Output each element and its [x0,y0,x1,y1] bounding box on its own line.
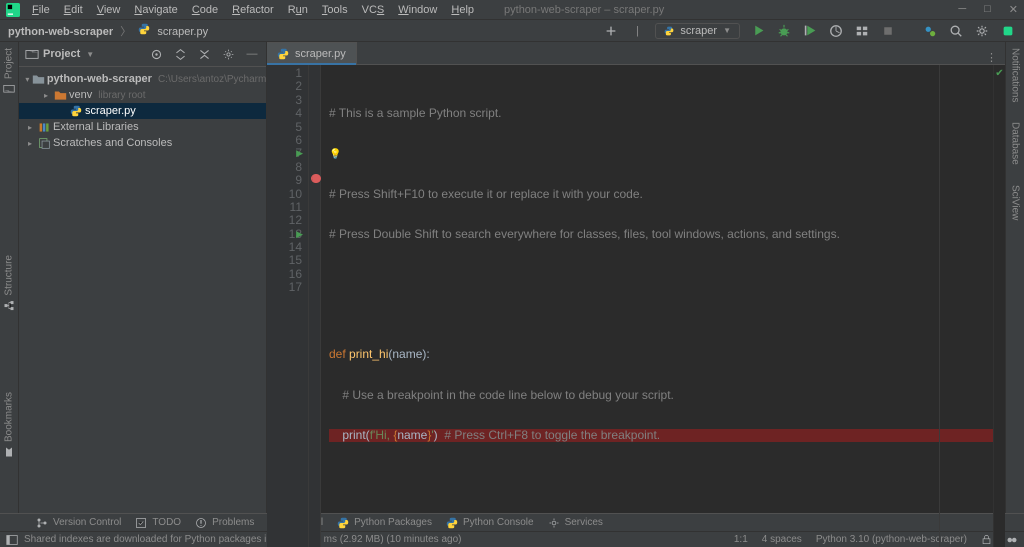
python-file-icon [277,48,289,60]
close-button[interactable]: ✕ [1009,3,1018,16]
window-title: python-web-scraper – scraper.py [480,4,958,16]
run-configuration-selector[interactable]: scraper ▼ [655,23,740,39]
project-view-selector[interactable]: Project▼ [25,47,94,61]
config-separator: | [629,23,645,39]
error-stripe[interactable]: ✔ [993,65,1005,547]
breadcrumb-file[interactable]: scraper.py [157,26,208,38]
select-opened-file-icon[interactable] [148,46,164,62]
menu-view[interactable]: View [91,2,127,18]
menu-navigate[interactable]: Navigate [128,2,183,18]
menu-edit[interactable]: Edit [58,2,89,18]
run-gutter-icon[interactable]: ▶ [296,228,303,241]
settings-icon[interactable] [974,23,990,39]
ide-status-icon[interactable] [1006,534,1018,546]
menu-bar: FFileile Edit View Navigate Code Refacto… [26,2,480,18]
scratch-icon [37,137,51,150]
project-tool-window: Project▼ — ▾ python-web-scraper C:\Users… [19,42,267,513]
right-margin-line [939,65,940,547]
tree-scratches[interactable]: ▸ Scratches and Consoles [19,135,266,151]
menu-file[interactable]: FFileile [26,2,56,18]
library-icon [37,121,51,134]
add-config-icon[interactable] [603,23,619,39]
minimize-button[interactable]: ─ [958,3,966,16]
breakpoint-gutter[interactable] [309,65,321,547]
code-editor[interactable]: 123456 7▶ 89101112 13▶ 14151617 # This i… [267,65,1005,547]
tool-problems[interactable]: Problems [195,517,254,529]
menu-help[interactable]: Help [445,2,480,18]
code-content[interactable]: # This is a sample Python script. 💡 # Pr… [321,65,993,547]
rail-notifications[interactable]: Notifications [1010,48,1021,102]
code-with-me-icon[interactable] [922,23,938,39]
line-number-gutter[interactable]: 123456 7▶ 89101112 13▶ 14151617 [267,65,309,547]
rail-structure[interactable]: Structure [3,255,15,312]
editor-tab-active[interactable]: scraper.py [267,42,357,64]
debug-button[interactable] [776,23,792,39]
tree-root[interactable]: ▾ python-web-scraper C:\Users\antoz\Pych… [19,71,266,87]
menu-vcs[interactable]: VCS [356,2,391,18]
menu-window[interactable]: Window [392,2,443,18]
project-tree[interactable]: ▾ python-web-scraper C:\Users\antoz\Pych… [19,67,266,155]
concurrency-button[interactable] [854,23,870,39]
inspection-ok-icon[interactable]: ✔ [994,65,1005,80]
intention-bulb-icon[interactable]: 💡 [329,149,341,160]
menu-run[interactable]: Run [282,2,314,18]
tree-file-scraper[interactable]: scraper.py [19,103,266,119]
navigation-bar: python-web-scraper 〉 scraper.py | scrape… [0,20,1024,42]
run-button[interactable] [750,23,766,39]
rail-sciview[interactable]: SciView [1010,185,1021,220]
stop-button[interactable] [880,23,896,39]
tree-external-libraries[interactable]: ▸ External Libraries [19,119,266,135]
tab-more-icon[interactable]: ⋮ [978,51,1005,64]
search-everywhere-icon[interactable] [948,23,964,39]
menu-refactor[interactable]: Refactor [226,2,280,18]
run-gutter-icon[interactable]: ▶ [296,147,303,160]
tool-todo[interactable]: TODO [135,517,181,529]
folder-icon [32,73,45,86]
ide-update-icon[interactable] [1000,23,1016,39]
breadcrumb: python-web-scraper 〉 scraper.py [8,23,208,39]
folder-icon [53,89,67,102]
menu-code[interactable]: Code [186,2,224,18]
tool-version-control[interactable]: Version Control [36,517,121,529]
coverage-button[interactable] [802,23,818,39]
app-icon [6,3,20,17]
right-tool-rail: Notifications Database SciView [1005,42,1024,513]
hide-tool-icon[interactable]: — [244,46,260,62]
tree-venv[interactable]: ▸ venv library root [19,87,266,103]
editor-area: scraper.py ⋮ 123456 7▶ 89101112 13▶ 1415… [267,42,1005,513]
title-bar: FFileile Edit View Navigate Code Refacto… [0,0,1024,20]
maximize-button[interactable]: □ [984,3,991,16]
tool-settings-icon[interactable] [220,46,236,62]
expand-all-icon[interactable] [172,46,188,62]
menu-tools[interactable]: Tools [316,2,354,18]
rail-database[interactable]: Database [1010,122,1021,165]
breadcrumb-root[interactable]: python-web-scraper [8,26,113,38]
profile-button[interactable] [828,23,844,39]
toolwindow-toggle-icon[interactable] [6,534,18,546]
rail-bookmarks[interactable]: Bookmarks [3,392,15,458]
editor-tab-bar: scraper.py ⋮ [267,42,1005,65]
rail-project[interactable]: Project [3,48,15,95]
python-file-icon [69,105,83,117]
python-file-icon [138,26,157,38]
left-tool-rail: Project Structure Bookmarks [0,42,19,513]
collapse-all-icon[interactable] [196,46,212,62]
